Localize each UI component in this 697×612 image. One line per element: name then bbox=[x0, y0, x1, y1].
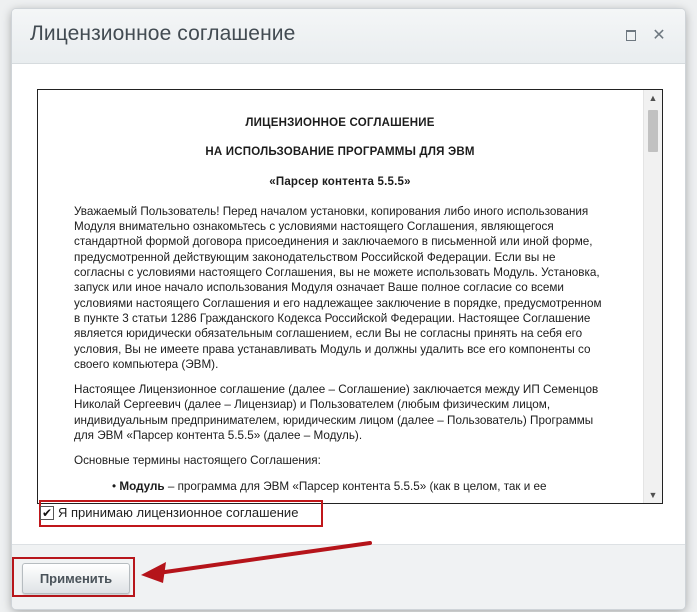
dialog-title: Лицензионное соглашение bbox=[30, 22, 296, 45]
license-heading-3: «Парсер контента 5.5.5» bbox=[269, 175, 411, 188]
close-icon: ✕ bbox=[652, 27, 666, 44]
accept-checkbox[interactable]: ✔ bbox=[40, 505, 54, 520]
license-term-name: Модуль bbox=[119, 479, 165, 493]
apply-button[interactable]: Применить bbox=[22, 563, 130, 594]
check-icon: ✔ bbox=[41, 505, 53, 520]
license-scrollbar[interactable]: ▲ ▼ bbox=[643, 90, 662, 503]
dialog-content: ЛИЦЕНЗИОННОЕ СОГЛАШЕНИЕ НА ИСПОЛЬЗОВАНИЕ… bbox=[12, 64, 685, 544]
scroll-up-icon[interactable]: ▲ bbox=[644, 90, 662, 106]
license-text-frame[interactable]: ЛИЦЕНЗИОННОЕ СОГЛАШЕНИЕ НА ИСПОЛЬЗОВАНИЕ… bbox=[37, 89, 663, 504]
scroll-down-icon[interactable]: ▼ bbox=[644, 487, 662, 503]
accept-label: Я принимаю лицензионное соглашение bbox=[58, 505, 299, 520]
license-term-text: – программа для ЭВМ «Парсер контента 5.5… bbox=[164, 479, 547, 493]
dialog-footer: Применить bbox=[12, 544, 685, 609]
license-heading-1: ЛИЦЕНЗИОННОЕ СОГЛАШЕНИЕ bbox=[245, 117, 435, 129]
license-paragraph-2: Настоящее Лицензионное соглашение (далее… bbox=[74, 383, 599, 443]
accept-checkbox-row[interactable]: ✔ Я принимаю лицензионное соглашение bbox=[40, 505, 298, 520]
dialog-titlebar: Лицензионное соглашение ✕ bbox=[12, 9, 685, 64]
license-term-item: • Модуль – программа для ЭВМ «Парсер кон… bbox=[74, 479, 606, 494]
license-dialog: Лицензионное соглашение ✕ ЛИЦЕНЗИОННОЕ С… bbox=[12, 9, 685, 609]
license-heading-2: НА ИСПОЛЬЗОВАНИЕ ПРОГРАММЫ ДЛЯ ЭВМ bbox=[205, 146, 475, 159]
maximize-button[interactable] bbox=[622, 26, 640, 44]
license-text-area: ЛИЦЕНЗИОННОЕ СОГЛАШЕНИЕ НА ИСПОЛЬЗОВАНИЕ… bbox=[38, 90, 642, 503]
license-paragraph-1: Уважаемый Пользователь! Перед началом ус… bbox=[74, 204, 602, 371]
license-paragraph-3: Основные термины настоящего Соглашения: bbox=[74, 454, 321, 468]
bullet-glyph: • bbox=[112, 479, 117, 493]
close-button[interactable]: ✕ bbox=[650, 26, 668, 44]
maximize-icon bbox=[626, 29, 636, 41]
scrollbar-thumb[interactable] bbox=[648, 110, 658, 152]
